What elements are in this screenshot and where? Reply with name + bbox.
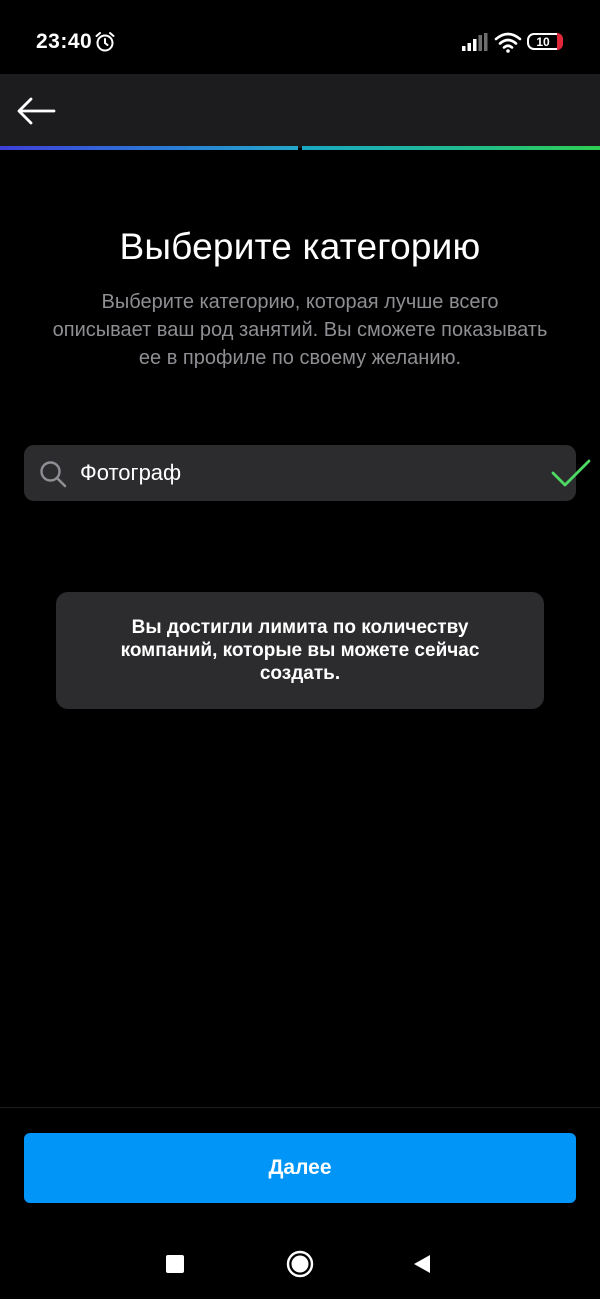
page-subtitle: Выберите категорию, которая лучше всего … [52, 291, 548, 369]
progress-step-2 [302, 146, 600, 150]
app-header [0, 74, 600, 148]
arrow-left-icon [17, 97, 56, 125]
search-icon [40, 461, 67, 488]
back-icon[interactable] [412, 1254, 432, 1274]
check-icon [551, 459, 591, 487]
next-button-label: Далее [268, 1156, 332, 1179]
next-button[interactable]: Далее [24, 1133, 576, 1203]
signal-icon [462, 33, 488, 51]
recents-icon[interactable] [166, 1255, 184, 1273]
wifi-icon [494, 32, 522, 53]
progress-step-1 [0, 146, 298, 150]
status-bar: 23:40 10 [0, 0, 600, 74]
battery-low-indicator [557, 33, 563, 50]
category-search-box[interactable] [24, 445, 591, 501]
toast-message: Вы достигли лимита по количеству компани… [120, 617, 480, 684]
system-nav-bar [0, 1230, 600, 1299]
alarm-icon [95, 32, 115, 52]
battery-level: 10 [536, 34, 550, 49]
battery-icon: 10 [527, 33, 563, 50]
page-title: Выберите категорию [119, 226, 481, 267]
category-search-input[interactable] [80, 445, 520, 501]
screen: 23:40 10 Выберите категорию Выберите кат… [0, 0, 600, 1299]
home-icon[interactable] [286, 1250, 314, 1278]
status-time: 23:40 [36, 30, 93, 53]
back-button[interactable] [12, 88, 60, 134]
limit-toast: Вы достигли лимита по количеству компани… [56, 592, 544, 709]
bottom-divider [0, 1107, 600, 1108]
step-progress-bar [0, 146, 600, 150]
